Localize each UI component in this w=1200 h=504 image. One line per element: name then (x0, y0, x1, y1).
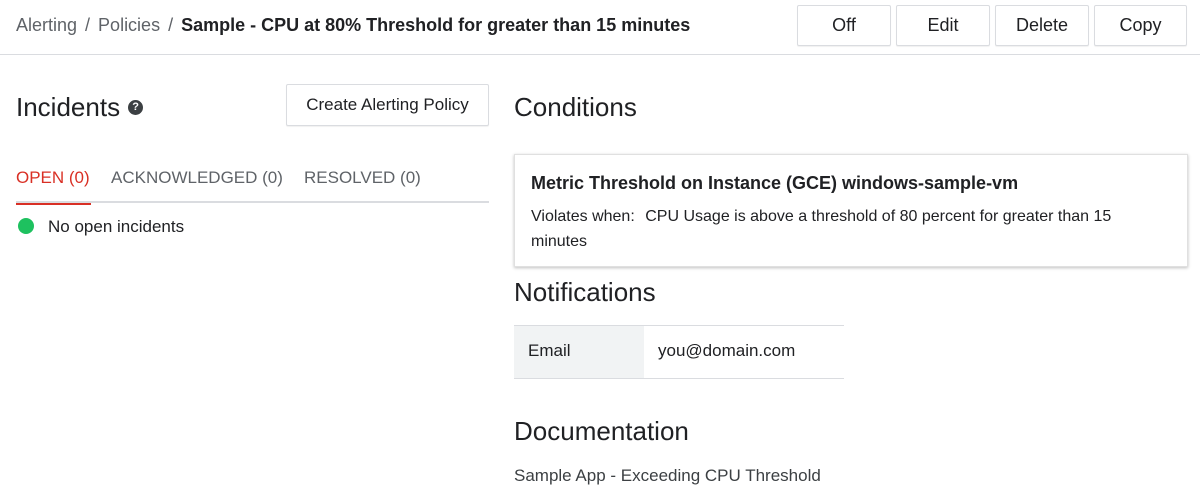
notifications-table: Email you@domain.com (514, 325, 844, 379)
condition-violates-label: Violates when: (531, 208, 635, 225)
condition-card[interactable]: Metric Threshold on Instance (GCE) windo… (514, 154, 1188, 267)
create-alerting-policy-button[interactable]: Create Alerting Policy (286, 84, 489, 126)
documentation-text: Sample App - Exceeding CPU Threshold (514, 466, 821, 485)
tab-resolved[interactable]: RESOLVED (0) (304, 168, 421, 203)
breadcrumb-separator: / (168, 15, 174, 35)
page-title: Sample - CPU at 80% Threshold for greate… (181, 15, 691, 35)
tab-open[interactable]: OPEN (0) (16, 168, 91, 205)
edit-button[interactable]: Edit (896, 5, 990, 46)
condition-description: Violates when: CPU Usage is above a thre… (531, 204, 1171, 254)
status-ok-icon (18, 218, 34, 234)
notification-value: you@domain.com (658, 341, 796, 360)
incidents-title: Incidents (16, 92, 121, 122)
condition-name: Metric Threshold on Instance (GCE) windo… (531, 173, 1019, 193)
delete-button[interactable]: Delete (995, 5, 1089, 46)
notification-type: Email (514, 326, 644, 378)
copy-button[interactable]: Copy (1094, 5, 1187, 46)
top-bar: Alerting / Policies / Sample - CPU at 80% Th… (0, 0, 1200, 55)
help-icon[interactable]: ? (128, 99, 144, 115)
breadcrumb-link-policies[interactable]: Policies (98, 15, 160, 35)
empty-incidents-text: No open incidents (48, 217, 185, 236)
empty-incidents-message: No open incidents (18, 217, 184, 237)
breadcrumb: Alerting / Policies / Sample - CPU at 80% Th… (16, 15, 690, 35)
conditions-title: Conditions (514, 92, 637, 122)
notifications-title: Notifications (514, 277, 656, 307)
off-button[interactable]: Off (797, 5, 891, 46)
incidents-heading: Incidents? (16, 92, 144, 122)
breadcrumb-link-alerting[interactable]: Alerting (16, 15, 77, 35)
incident-tabs: OPEN (0) ACKNOWLEDGED (0) RESOLVED (0) (16, 160, 489, 205)
breadcrumb-separator: / (85, 15, 91, 35)
documentation-title: Documentation (514, 416, 689, 446)
tab-acknowledged[interactable]: ACKNOWLEDGED (0) (111, 168, 283, 203)
